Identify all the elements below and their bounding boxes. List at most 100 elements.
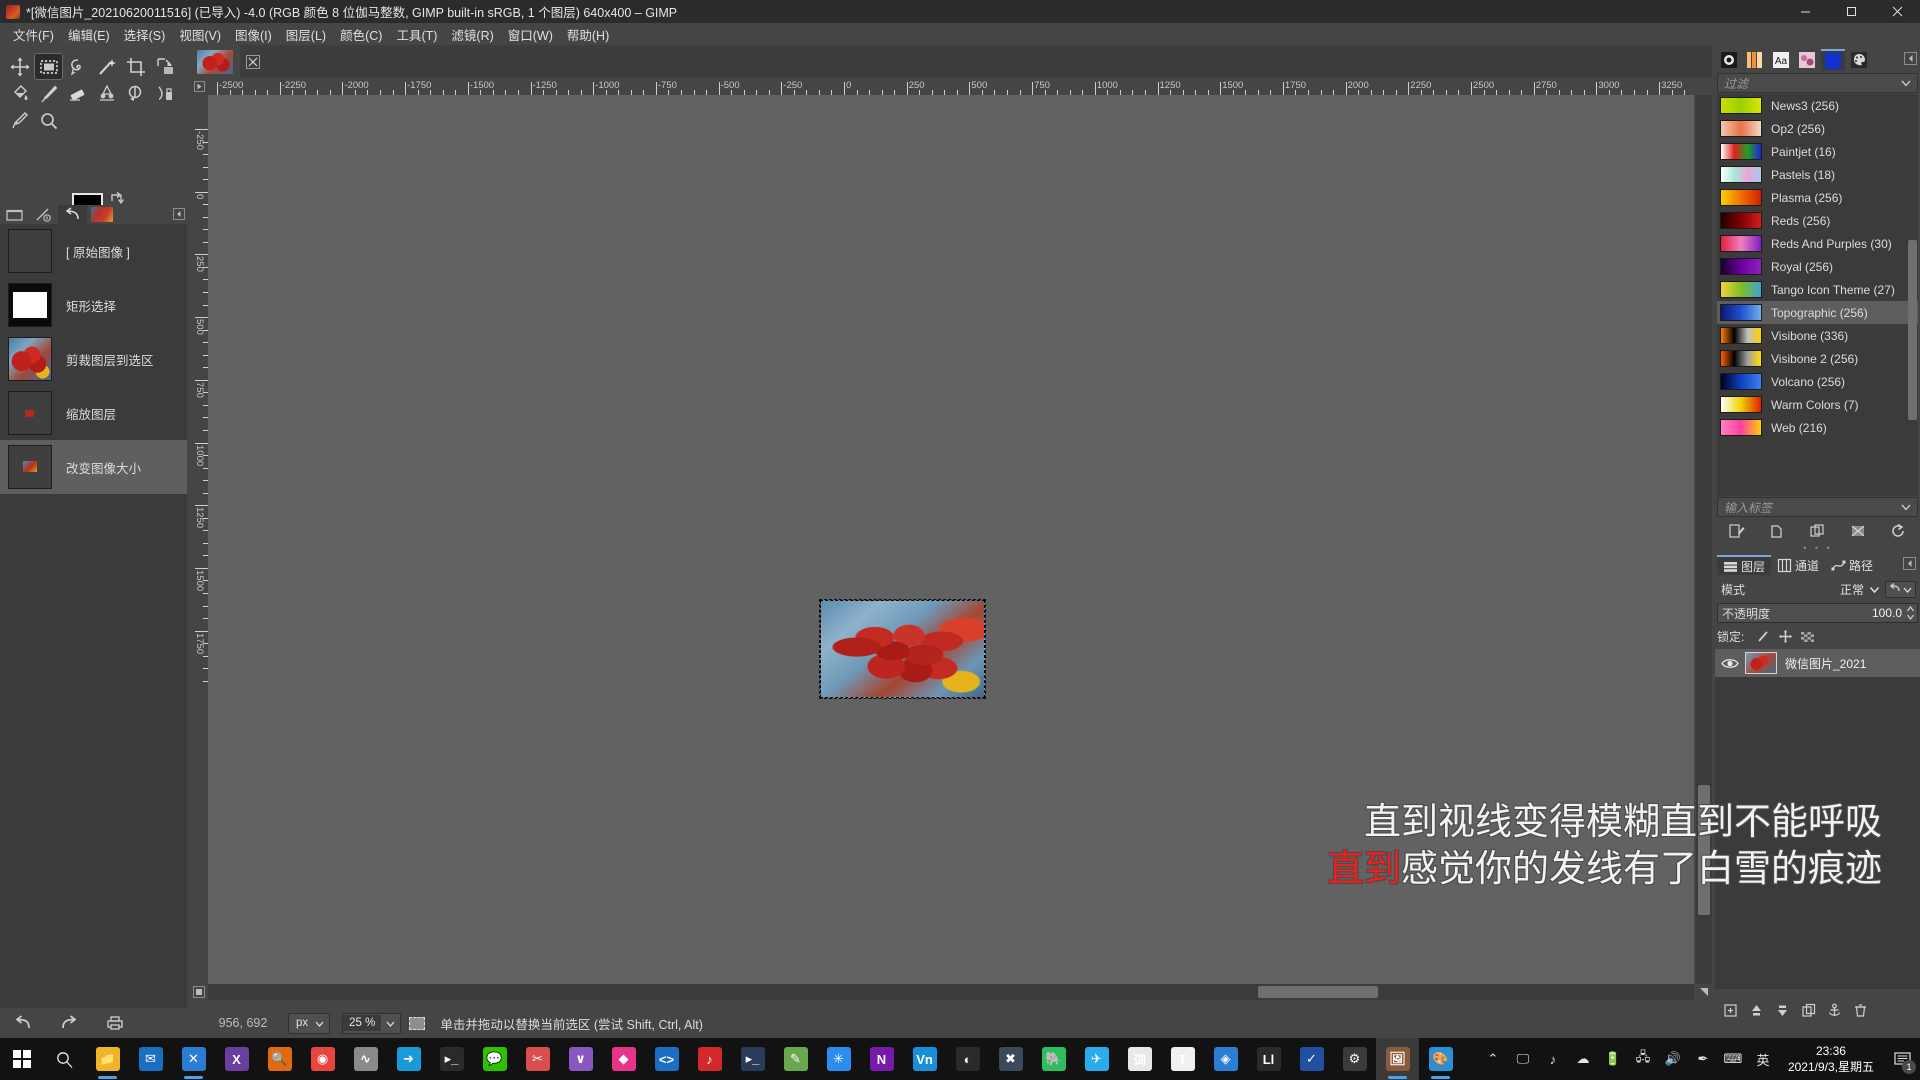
menu-windows[interactable]: 窗口(W) xyxy=(501,23,560,46)
menu-filters[interactable]: 滤镜(R) xyxy=(444,23,500,46)
images-tab[interactable] xyxy=(87,205,116,224)
netease-tray-icon[interactable]: ♪ xyxy=(1538,1038,1568,1080)
delete-layer-button[interactable] xyxy=(1849,1000,1871,1020)
gradients-tab-alt[interactable] xyxy=(1743,50,1767,70)
vnc-icon[interactable]: Vn xyxy=(903,1038,946,1080)
zoom-selector[interactable]: 25 % xyxy=(342,1012,402,1034)
history-item[interactable]: 改变图像大小 xyxy=(0,440,187,494)
screen-share-icon[interactable]: 🖵 xyxy=(1508,1038,1538,1080)
refresh-gradients-button[interactable] xyxy=(1883,521,1913,541)
swap-colors-icon[interactable] xyxy=(110,191,125,205)
gradient-list-item[interactable]: Volcano (256) xyxy=(1717,370,1918,393)
li-app-icon[interactable]: Ll xyxy=(1247,1038,1290,1080)
gradient-list-item[interactable]: Royal (256) xyxy=(1717,255,1918,278)
tab-paths[interactable]: 路径 xyxy=(1825,555,1879,575)
undo-history-list[interactable]: [ 原始图像 ] 矩形选择 剪裁图层到选区 缩放图层 改变图像大小 xyxy=(0,224,187,1024)
ime-indicator[interactable]: 英 xyxy=(1748,1038,1778,1080)
paintbrush-tool[interactable] xyxy=(34,80,63,107)
export-icon[interactable]: ➜ xyxy=(387,1038,430,1080)
gradient-list-item[interactable]: Paintjet (16) xyxy=(1717,140,1918,163)
rectangle-select-tool[interactable] xyxy=(34,53,63,80)
palettes-tab[interactable] xyxy=(1847,50,1871,70)
layer-blend-space-button[interactable] xyxy=(1885,581,1916,598)
history-item[interactable]: 剪裁图层到选区 xyxy=(0,332,187,386)
menu-tools[interactable]: 工具(T) xyxy=(389,23,444,46)
free-select-tool[interactable] xyxy=(63,53,92,80)
notification-center-button[interactable]: 1 xyxy=(1884,1038,1920,1080)
tab-channels[interactable]: 通道 xyxy=(1771,555,1825,575)
foxit-icon[interactable]: ✓ xyxy=(1290,1038,1333,1080)
evernote-icon[interactable]: 🐘 xyxy=(1032,1038,1075,1080)
pen-icon[interactable]: ✒ xyxy=(1688,1038,1718,1080)
clone-tool[interactable] xyxy=(121,80,150,107)
raspberry-image-layer[interactable] xyxy=(819,599,986,699)
history-item[interactable]: 缩放图层 xyxy=(0,386,187,440)
start-button[interactable] xyxy=(0,1038,43,1080)
canvas-horizontal-scroll-thumb[interactable] xyxy=(1258,986,1378,998)
taskbar-clock[interactable]: 23:36 2021/9/3,星期五 xyxy=(1778,1038,1884,1080)
layer-row[interactable]: 微信图片_2021 xyxy=(1715,649,1920,677)
tag-chevron-down-icon[interactable] xyxy=(1900,501,1912,513)
filter-chevron-down-icon[interactable] xyxy=(1900,77,1912,89)
redo-button[interactable] xyxy=(46,1010,92,1036)
volume-icon[interactable]: 🔊 xyxy=(1658,1038,1688,1080)
history-item[interactable]: [ 原始图像 ] xyxy=(0,224,187,278)
xmind-icon[interactable]: X xyxy=(215,1038,258,1080)
notepad-icon[interactable]: ✎ xyxy=(774,1038,817,1080)
menu-layer[interactable]: 图层(L) xyxy=(279,23,333,46)
gradient-list-item[interactable]: Pastels (18) xyxy=(1717,163,1918,186)
tab-close-icon[interactable] xyxy=(240,45,266,78)
layer-mode-dropdown[interactable]: 正常 xyxy=(1840,581,1885,598)
netease-music-icon[interactable]: ♪ xyxy=(688,1038,731,1080)
gradient-filter-input[interactable]: 过滤 xyxy=(1717,73,1918,93)
menu-image[interactable]: 图像(I) xyxy=(228,23,279,46)
tool-options-tab[interactable] xyxy=(0,205,29,224)
gradient-list-item[interactable]: Visibone (336) xyxy=(1717,324,1918,347)
gradient-list-item[interactable]: Reds And Purples (30) xyxy=(1717,232,1918,255)
raise-layer-button[interactable] xyxy=(1745,1000,1767,1020)
brushes-tab[interactable] xyxy=(1717,50,1741,70)
layers-dock-menu-icon[interactable] xyxy=(1903,557,1917,571)
show-hidden-icons[interactable]: ⌃ xyxy=(1478,1038,1508,1080)
duplicate-gradient-button[interactable] xyxy=(1802,521,1832,541)
fuzzy-select-tool[interactable] xyxy=(92,53,121,80)
bucket-fill-tool[interactable] xyxy=(5,80,34,107)
battery-icon[interactable]: 🔋 xyxy=(1598,1038,1628,1080)
gradient-list-item[interactable]: Visibone 2 (256) xyxy=(1717,347,1918,370)
menu-help[interactable]: 帮助(H) xyxy=(560,23,616,46)
delete-gradient-button[interactable] xyxy=(1843,521,1873,541)
gradient-list-item[interactable]: Topographic (256) xyxy=(1717,301,1918,324)
layer-opacity-row[interactable]: 不透明度 100.0 xyxy=(1717,603,1918,623)
dict-icon[interactable]: 词 xyxy=(1118,1038,1161,1080)
lock-alpha-button[interactable] xyxy=(1796,627,1818,645)
vertical-ruler[interactable]: -250 0 250 500 750 1000 1250 1500 1750 xyxy=(190,95,209,1000)
eraser-tool[interactable] xyxy=(63,80,92,107)
keyboard-icon[interactable]: ⌨ xyxy=(1718,1038,1748,1080)
lock-pixels-button[interactable] xyxy=(1752,627,1774,645)
fonts-tab[interactable]: Aa xyxy=(1769,50,1793,70)
lower-layer-button[interactable] xyxy=(1771,1000,1793,1020)
menu-edit[interactable]: 编辑(E) xyxy=(61,23,117,46)
powershell-icon[interactable]: ▸_ xyxy=(731,1038,774,1080)
unit-selector[interactable]: px xyxy=(288,1012,331,1034)
network-icon[interactable]: 🖧 xyxy=(1628,1038,1658,1080)
gradient-list-item[interactable]: Web (216) xyxy=(1717,416,1918,439)
canvas-horizontal-scrollbar[interactable] xyxy=(208,984,1694,1000)
undo-button[interactable] xyxy=(0,1010,46,1036)
unity-icon[interactable]: ◆ xyxy=(602,1038,645,1080)
proteus-icon[interactable]: ✖ xyxy=(989,1038,1032,1080)
terminal-icon[interactable]: ▸_ xyxy=(430,1038,473,1080)
wechat-icon[interactable]: 💬 xyxy=(473,1038,516,1080)
image-canvas[interactable] xyxy=(208,95,1694,1000)
opacity-stepper[interactable] xyxy=(1906,605,1917,621)
canvas-vertical-scroll-thumb[interactable] xyxy=(1698,785,1710,915)
navigation-preview-button[interactable] xyxy=(1696,984,1712,1000)
transform-tool[interactable] xyxy=(150,53,179,80)
onenote-icon[interactable]: N xyxy=(860,1038,903,1080)
paint-icon[interactable]: 🎨 xyxy=(1419,1038,1462,1080)
patterns-tab[interactable] xyxy=(1795,50,1819,70)
chrome-icon[interactable]: ◉ xyxy=(301,1038,344,1080)
gradient-list-item[interactable]: Warm Colors (7) xyxy=(1717,393,1918,416)
gradient-list[interactable]: News3 (256) Op2 (256) Paintjet (16) Pastels… xyxy=(1717,94,1918,496)
typora-icon[interactable]: T xyxy=(1161,1038,1204,1080)
